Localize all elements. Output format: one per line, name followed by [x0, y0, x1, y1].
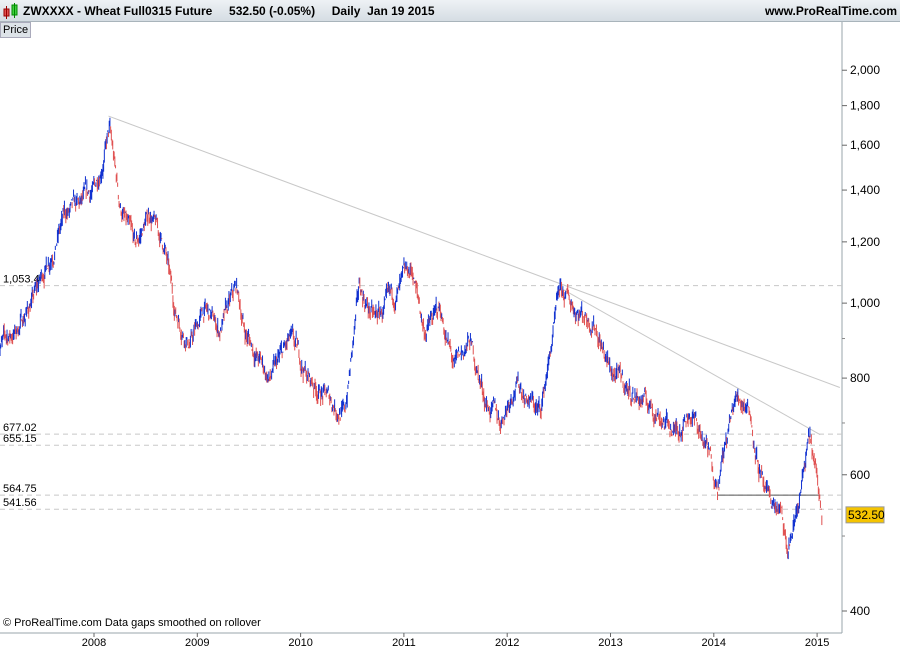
y-tick-label: 800 [850, 371, 870, 385]
x-tick-label: 2010 [288, 637, 312, 649]
x-tick-label: 2014 [702, 637, 726, 649]
x-tick-label: 2011 [392, 637, 416, 649]
level-label: 564.75 [3, 483, 37, 495]
y-tick-label: 1,000 [850, 296, 880, 310]
y-tick-label: 1,200 [850, 235, 880, 249]
x-tick-label: 2009 [185, 637, 209, 649]
trendline [108, 115, 840, 388]
level-label: 655.15 [3, 433, 37, 445]
y-tick-label: 1,800 [850, 99, 880, 113]
price-chart[interactable]: 400 600 800 1,000 1,200 1,400 1,600 1,800 2,000 2… [0, 0, 900, 650]
y-tick-label: 600 [850, 468, 870, 482]
y-tick-label: 1,400 [850, 183, 880, 197]
x-tick-label: 2008 [82, 637, 106, 649]
y-tick-label: 1,600 [850, 138, 880, 152]
x-tick-label: 2015 [805, 637, 829, 649]
y-tick-label: 400 [850, 604, 870, 618]
level-label: 541.56 [3, 497, 37, 509]
x-tick-label: 2012 [495, 637, 519, 649]
last-price-label: 532.50 [848, 508, 885, 522]
trendline [559, 287, 821, 436]
x-tick-label: 2013 [598, 637, 622, 649]
level-label: 1,053.4 [3, 274, 40, 286]
y-tick-label: 2,000 [850, 63, 880, 77]
footer-note: © ProRealTime.com Data gaps smoothed on … [3, 617, 261, 629]
